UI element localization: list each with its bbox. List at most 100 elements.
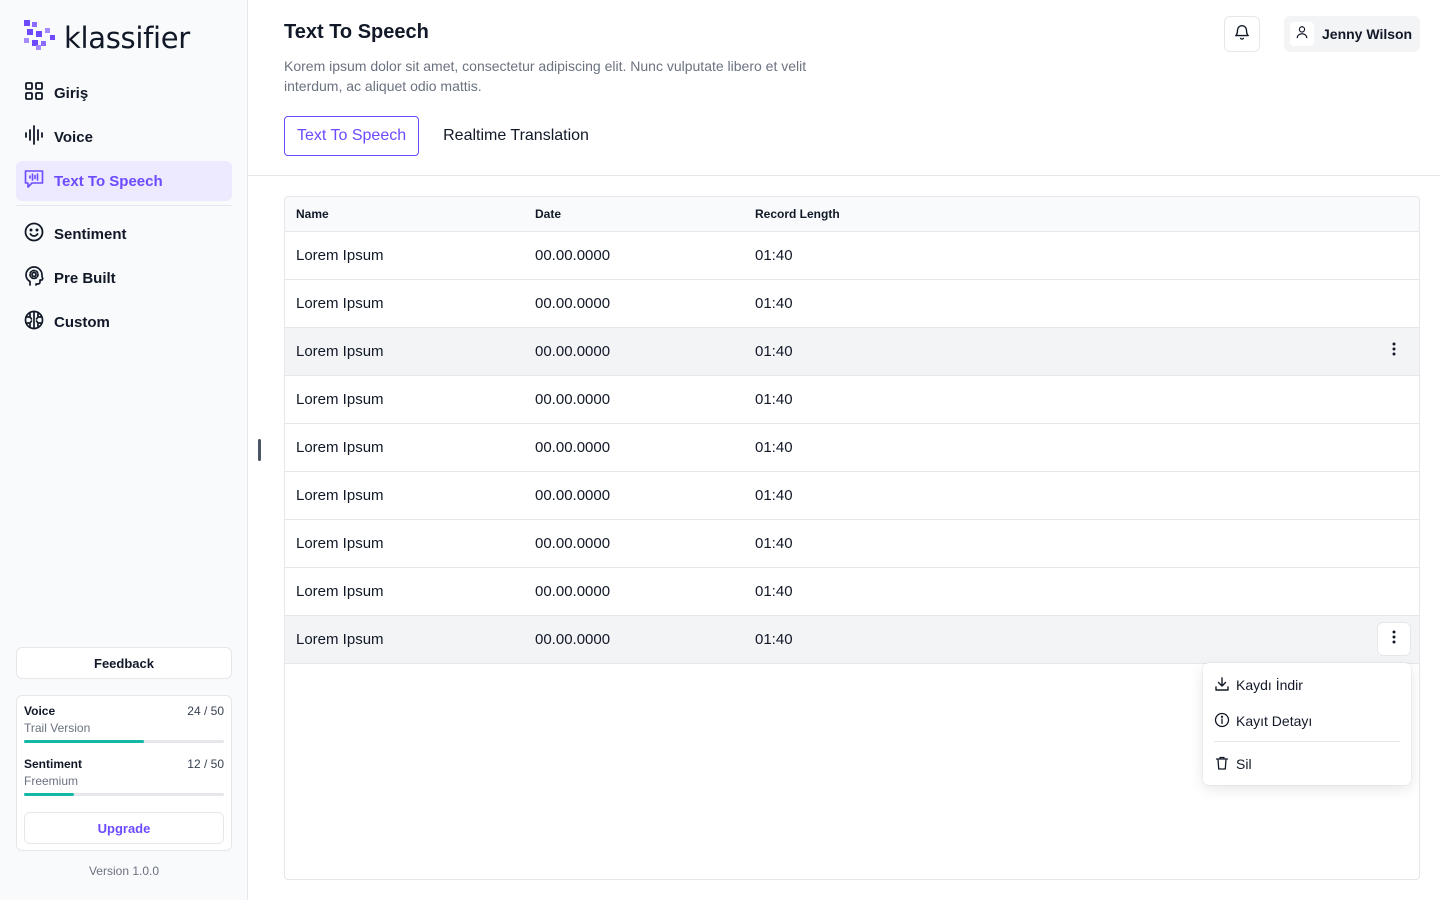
brand-name: klassifier <box>64 20 190 55</box>
cell-name: Lorem Ipsum <box>296 247 384 264</box>
usage-title: Sentiment <box>24 757 83 771</box>
usage-count: 12 / 50 <box>187 757 224 771</box>
menu-item-download[interactable]: Kaydı İndir <box>1214 667 1400 703</box>
user-icon <box>1295 25 1309 44</box>
klassifier-logo-icon <box>24 20 56 55</box>
sidebar-item-custom[interactable]: Custom <box>16 302 232 342</box>
menu-item-detail[interactable]: Kayıt Detayı <box>1214 703 1400 739</box>
tab-text-to-speech[interactable]: Text To Speech <box>284 116 420 156</box>
head-gear-icon <box>24 266 44 290</box>
usage-card: Voice 24 / 50 Trail Version Sentiment 12… <box>16 695 232 851</box>
page-title: Text To Speech <box>284 21 429 43</box>
cell-date: 00.00.0000 <box>535 535 611 552</box>
speech-bubble-wave-icon <box>24 169 44 193</box>
column-header-date[interactable]: Date <box>535 207 755 221</box>
download-icon <box>1214 676 1230 695</box>
cell-date: 00.00.0000 <box>535 487 611 504</box>
cell-record-length: 01:40 <box>755 439 793 456</box>
trash-icon <box>1214 755 1230 774</box>
usage-voice: Voice 24 / 50 Trail Version <box>24 704 224 743</box>
column-header-record-length[interactable]: Record Length <box>755 207 1055 221</box>
cell-record-length: 01:40 <box>755 583 793 600</box>
cell-name: Lorem Ipsum <box>296 391 384 408</box>
sidebar-item-pre-built[interactable]: Pre Built <box>16 258 232 298</box>
cell-record-length: 01:40 <box>755 295 793 312</box>
cell-date: 00.00.0000 <box>535 247 611 264</box>
sidebar-item-label: Voice <box>54 128 93 146</box>
tab-bar: Text To Speech Realtime Translation <box>284 116 601 156</box>
bell-icon <box>1233 23 1251 46</box>
table-body: Lorem Ipsum 00.00.0000 01:40 Lorem Ipsum 00.… <box>285 232 1419 664</box>
cell-record-length: 01:40 <box>755 487 793 504</box>
usage-count: 24 / 50 <box>187 704 224 718</box>
sidebar-item-label: Text To Speech <box>54 172 163 190</box>
usage-progress-bar <box>24 740 224 743</box>
menu-item-delete[interactable]: Sil <box>1214 746 1400 782</box>
table-row[interactable]: Lorem Ipsum 00.00.0000 01:40 <box>285 424 1419 472</box>
row-actions-button[interactable] <box>1377 622 1411 656</box>
table-row[interactable]: Lorem Ipsum 00.00.0000 01:40 <box>285 568 1419 616</box>
usage-plan: Freemium <box>24 774 79 788</box>
sidebar-item-label: Custom <box>54 313 110 331</box>
table-header: Name Date Record Length <box>285 197 1419 232</box>
sidebar-item-label: Pre Built <box>54 269 116 287</box>
cell-name: Lorem Ipsum <box>296 487 384 504</box>
info-icon <box>1214 712 1230 731</box>
page-description: Korem ipsum dolor sit amet, consectetur … <box>284 58 807 94</box>
sidebar-nav: Giriş Voice Text To Speech Sentiment Pre… <box>16 73 232 346</box>
column-header-name[interactable]: Name <box>285 207 535 221</box>
sidebar-item-label: Giriş <box>54 84 89 102</box>
smiley-icon <box>24 222 44 246</box>
user-menu-button[interactable]: Jenny Wilson <box>1284 16 1420 52</box>
cell-date: 00.00.0000 <box>535 631 611 648</box>
sidebar-item-label: Sentiment <box>54 225 127 243</box>
table-row[interactable]: Lorem Ipsum 00.00.0000 01:40 <box>285 520 1419 568</box>
cell-record-length: 01:40 <box>755 391 793 408</box>
table-row[interactable]: Lorem Ipsum 00.00.0000 01:40 <box>285 328 1419 376</box>
usage-title: Voice <box>24 704 56 718</box>
usage-sentiment: Sentiment 12 / 50 Freemium <box>24 757 224 796</box>
table-row[interactable]: Lorem Ipsum 00.00.0000 01:40 <box>285 280 1419 328</box>
tab-realtime-translation[interactable]: Realtime Translation <box>431 116 601 156</box>
waveform-icon <box>24 125 44 149</box>
sidebar-item-text-to-speech[interactable]: Text To Speech <box>16 161 232 201</box>
sidebar-item-sentiment[interactable]: Sentiment <box>16 214 232 254</box>
cell-name: Lorem Ipsum <box>296 343 384 360</box>
cell-name: Lorem Ipsum <box>296 295 384 312</box>
row-actions-button[interactable] <box>1377 334 1411 368</box>
cell-name: Lorem Ipsum <box>296 535 384 552</box>
cell-name: Lorem Ipsum <box>296 439 384 456</box>
table-row[interactable]: Lorem Ipsum 00.00.0000 01:40 <box>285 616 1419 664</box>
table-row[interactable]: Lorem Ipsum 00.00.0000 01:40 <box>285 472 1419 520</box>
upgrade-button[interactable]: Upgrade <box>24 812 224 844</box>
cell-date: 00.00.0000 <box>535 343 611 360</box>
cell-name: Lorem Ipsum <box>296 583 384 600</box>
cell-record-length: 01:40 <box>755 631 793 648</box>
cell-date: 00.00.0000 <box>535 391 611 408</box>
avatar <box>1290 22 1314 46</box>
usage-plan: Trail Version <box>24 721 91 735</box>
table-row[interactable]: Lorem Ipsum 00.00.0000 01:40 <box>285 232 1419 280</box>
sidebar: klassifier Giriş Voice Text To Speech Se… <box>0 0 248 900</box>
sidebar-item-voice[interactable]: Voice <box>16 117 232 157</box>
grid-icon <box>24 81 44 105</box>
cell-record-length: 01:40 <box>755 343 793 360</box>
user-name: Jenny Wilson <box>1322 26 1413 42</box>
logo[interactable]: klassifier <box>24 20 190 55</box>
usage-progress-fill <box>24 740 144 743</box>
more-vertical-icon <box>1392 630 1396 648</box>
usage-progress-bar <box>24 793 224 796</box>
menu-divider <box>1214 741 1400 742</box>
menu-item-label: Kaydı İndir <box>1236 677 1303 693</box>
usage-progress-fill <box>24 793 74 796</box>
nav-divider <box>16 205 232 206</box>
header-divider <box>248 175 1440 176</box>
cell-date: 00.00.0000 <box>535 583 611 600</box>
sidebar-resize-handle[interactable] <box>258 439 261 461</box>
notifications-button[interactable] <box>1224 16 1260 52</box>
feedback-button[interactable]: Feedback <box>16 647 232 679</box>
sidebar-item-giris[interactable]: Giriş <box>16 73 232 113</box>
brain-icon <box>24 310 44 334</box>
table-row[interactable]: Lorem Ipsum 00.00.0000 01:40 <box>285 376 1419 424</box>
cell-record-length: 01:40 <box>755 535 793 552</box>
